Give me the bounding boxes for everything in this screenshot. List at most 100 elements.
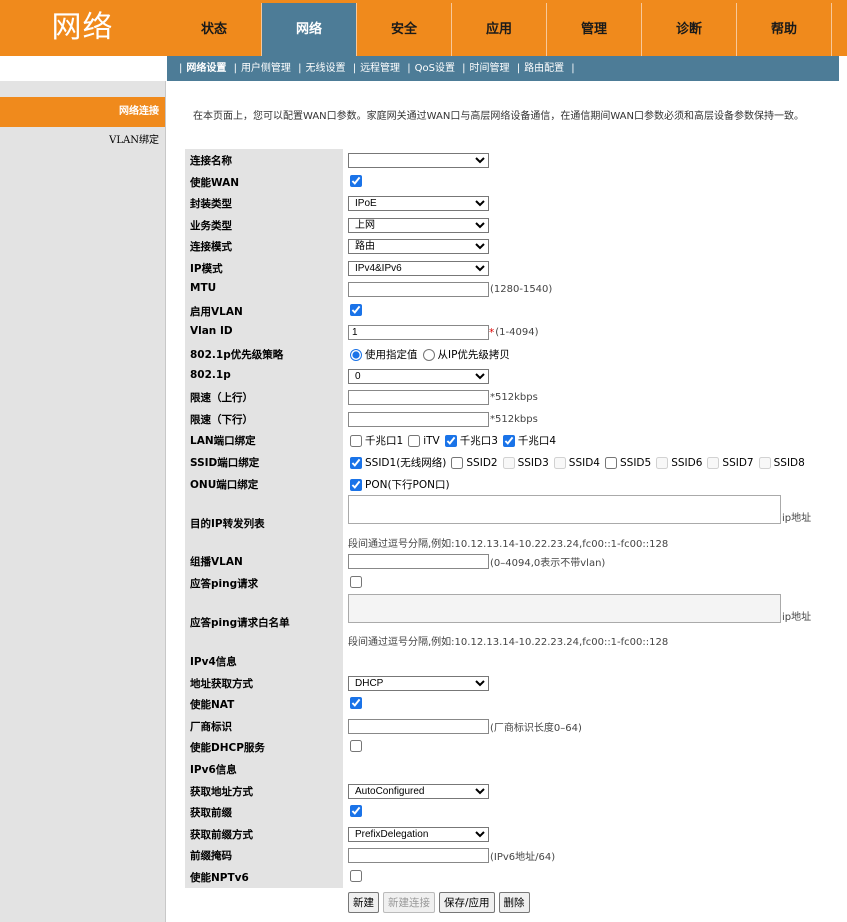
vlan-id-hint: (1-4094) [495, 327, 539, 338]
sub-tab-user-side[interactable]: 用户侧管理 [241, 63, 291, 74]
sidebar-item-network-connection[interactable]: 网络连接 [0, 97, 165, 127]
get-prefix-checkbox[interactable] [350, 805, 362, 817]
tab-security[interactable]: 安全 [357, 3, 452, 56]
ssid8-checkbox[interactable] [758, 456, 771, 469]
lan4-checkbox[interactable] [502, 434, 515, 447]
mtu-input[interactable] [348, 282, 489, 297]
lan1-label: 千兆口1 [365, 435, 404, 447]
enable-nat-checkbox[interactable] [350, 697, 362, 709]
rate-down-input[interactable] [348, 412, 489, 427]
sub-tab-network-settings[interactable]: 网络设置 [186, 63, 226, 74]
ping-white-textarea[interactable] [348, 594, 781, 623]
vendor-label: 厂商标识 [190, 721, 232, 733]
service-select[interactable]: 上网 [348, 218, 489, 233]
ssid6-label: SSID6 [671, 456, 703, 469]
rate-down-hint: *512kbps [490, 414, 538, 425]
action-buttons: 新建 新建连接 保存/应用 删除 [348, 892, 530, 913]
ssid7-label: SSID7 [722, 456, 754, 469]
enable-vlan-checkbox[interactable] [350, 304, 362, 316]
lan4-label: 千兆口4 [517, 435, 557, 447]
conn-mode-select[interactable]: 路由 [348, 239, 489, 254]
lan-bind-label: LAN端口绑定 [190, 435, 256, 447]
ssid4-checkbox[interactable] [553, 456, 566, 469]
sidebar-item-vlan-binding[interactable]: VLAN绑定 [0, 127, 165, 155]
tab-application[interactable]: 应用 [452, 3, 547, 56]
sub-tab-qos[interactable]: QoS设置 [415, 63, 455, 74]
pon-checkbox[interactable] [350, 478, 362, 491]
rate-up-label: 限速（上行） [190, 392, 253, 404]
policy-specified-label: 使用指定值 [365, 349, 418, 361]
tab-help[interactable]: 帮助 [737, 3, 832, 56]
ipv6-addr-mode-label: 获取地址方式 [190, 786, 253, 798]
sub-tab-wireless[interactable]: 无线设置 [306, 63, 346, 74]
tab-management[interactable]: 管理 [547, 3, 642, 56]
policy-copy-radio[interactable] [422, 348, 435, 361]
sub-nav-separator: | [571, 63, 575, 74]
tab-network[interactable]: 网络 [262, 3, 357, 56]
onu-bind-label: ONU端口绑定 [190, 479, 259, 491]
ssid2-label: SSID2 [466, 456, 498, 469]
enable-wan-checkbox[interactable] [350, 175, 362, 187]
itv-checkbox[interactable] [408, 434, 421, 447]
ssid5-checkbox[interactable] [605, 456, 617, 469]
ssid1-label: SSID1(无线网络) [365, 457, 447, 469]
vendor-input[interactable] [348, 719, 489, 734]
prefix-mask-input[interactable] [348, 848, 489, 863]
sub-nav-separator: | [233, 63, 237, 74]
prefix-mode-label: 获取前缀方式 [190, 829, 253, 841]
dhcp-server-checkbox[interactable] [350, 740, 362, 752]
ssid8-label: SSID8 [773, 456, 805, 469]
main-nav: 状态 网络 安全 应用 管理 诊断 帮助 [167, 3, 832, 56]
rate-up-input[interactable] [348, 390, 489, 405]
delete-button[interactable]: 删除 [498, 892, 530, 913]
new-button[interactable]: 新建 [348, 892, 379, 913]
sub-nav-separator: | [298, 63, 302, 74]
ip-mode-select[interactable]: IPv4&IPv6 [348, 261, 489, 276]
tab-status[interactable]: 状态 [167, 3, 262, 56]
ssid6-checkbox[interactable] [656, 456, 669, 469]
dest-ip-hint: ip地址 [782, 513, 812, 524]
mcast-vlan-input[interactable] [348, 554, 489, 569]
ssid4-label: SSID4 [568, 456, 600, 469]
ssid7-checkbox[interactable] [707, 456, 720, 469]
vlan-id-input[interactable] [348, 325, 489, 340]
rate-down-label: 限速（下行） [190, 414, 253, 426]
p8021-select[interactable]: 0 [348, 369, 489, 384]
ssid3-label: SSID3 [517, 456, 549, 469]
policy-copy-label: 从IP优先级拷贝 [437, 349, 510, 361]
prefix-mode-select[interactable]: PrefixDelegation [348, 827, 489, 842]
prefix-mask-label: 前缀掩码 [190, 850, 232, 862]
p8021-label: 802.1p [190, 369, 231, 381]
ssid2-checkbox[interactable] [451, 456, 464, 469]
sidebar: 网络连接 VLAN绑定 [0, 81, 165, 922]
ssid3-checkbox[interactable] [502, 456, 515, 469]
sub-tab-routing[interactable]: 路由配置 [524, 63, 564, 74]
enable-wan-label: 使能WAN [190, 177, 240, 189]
lan3-checkbox[interactable] [444, 434, 457, 447]
ping-reply-checkbox[interactable] [350, 576, 362, 588]
lan1-checkbox[interactable] [350, 434, 362, 447]
ssid1-checkbox[interactable] [350, 456, 362, 469]
sub-tab-time[interactable]: 时间管理 [470, 63, 510, 74]
service-label: 业务类型 [190, 220, 232, 232]
sub-nav-separator: | [462, 63, 466, 74]
save-apply-button[interactable]: 保存/应用 [439, 892, 495, 913]
ping-white-hint: ip地址 [782, 612, 812, 623]
new-connection-button[interactable]: 新建连接 [383, 892, 435, 913]
dest-ip-textarea[interactable] [348, 495, 781, 524]
vendor-hint: (厂商标识长度0–64) [490, 723, 582, 734]
encap-select[interactable]: IPoE [348, 196, 489, 211]
conn-name-select[interactable] [348, 153, 489, 168]
tab-diagnosis[interactable]: 诊断 [642, 3, 737, 56]
enable-nptv6-checkbox[interactable] [350, 870, 362, 882]
itv-label: iTV [423, 434, 440, 447]
policy-specified-radio[interactable] [350, 348, 362, 361]
ping-reply-label: 应答ping请求 [190, 578, 259, 590]
ipv6-addr-mode-select[interactable]: AutoConfigured [348, 784, 489, 799]
enable-nptv6-label: 使能NPTv6 [190, 872, 249, 884]
addr-mode-select[interactable]: DHCP [348, 676, 489, 691]
page-description: 在本页面上，您可以配置WAN口参数。家庭网关通过WAN口与高层网络设备通信，在通… [193, 111, 804, 122]
sub-nav-separator: | [179, 63, 183, 74]
sub-tab-remote[interactable]: 远程管理 [360, 63, 400, 74]
encap-label: 封装类型 [190, 198, 232, 210]
